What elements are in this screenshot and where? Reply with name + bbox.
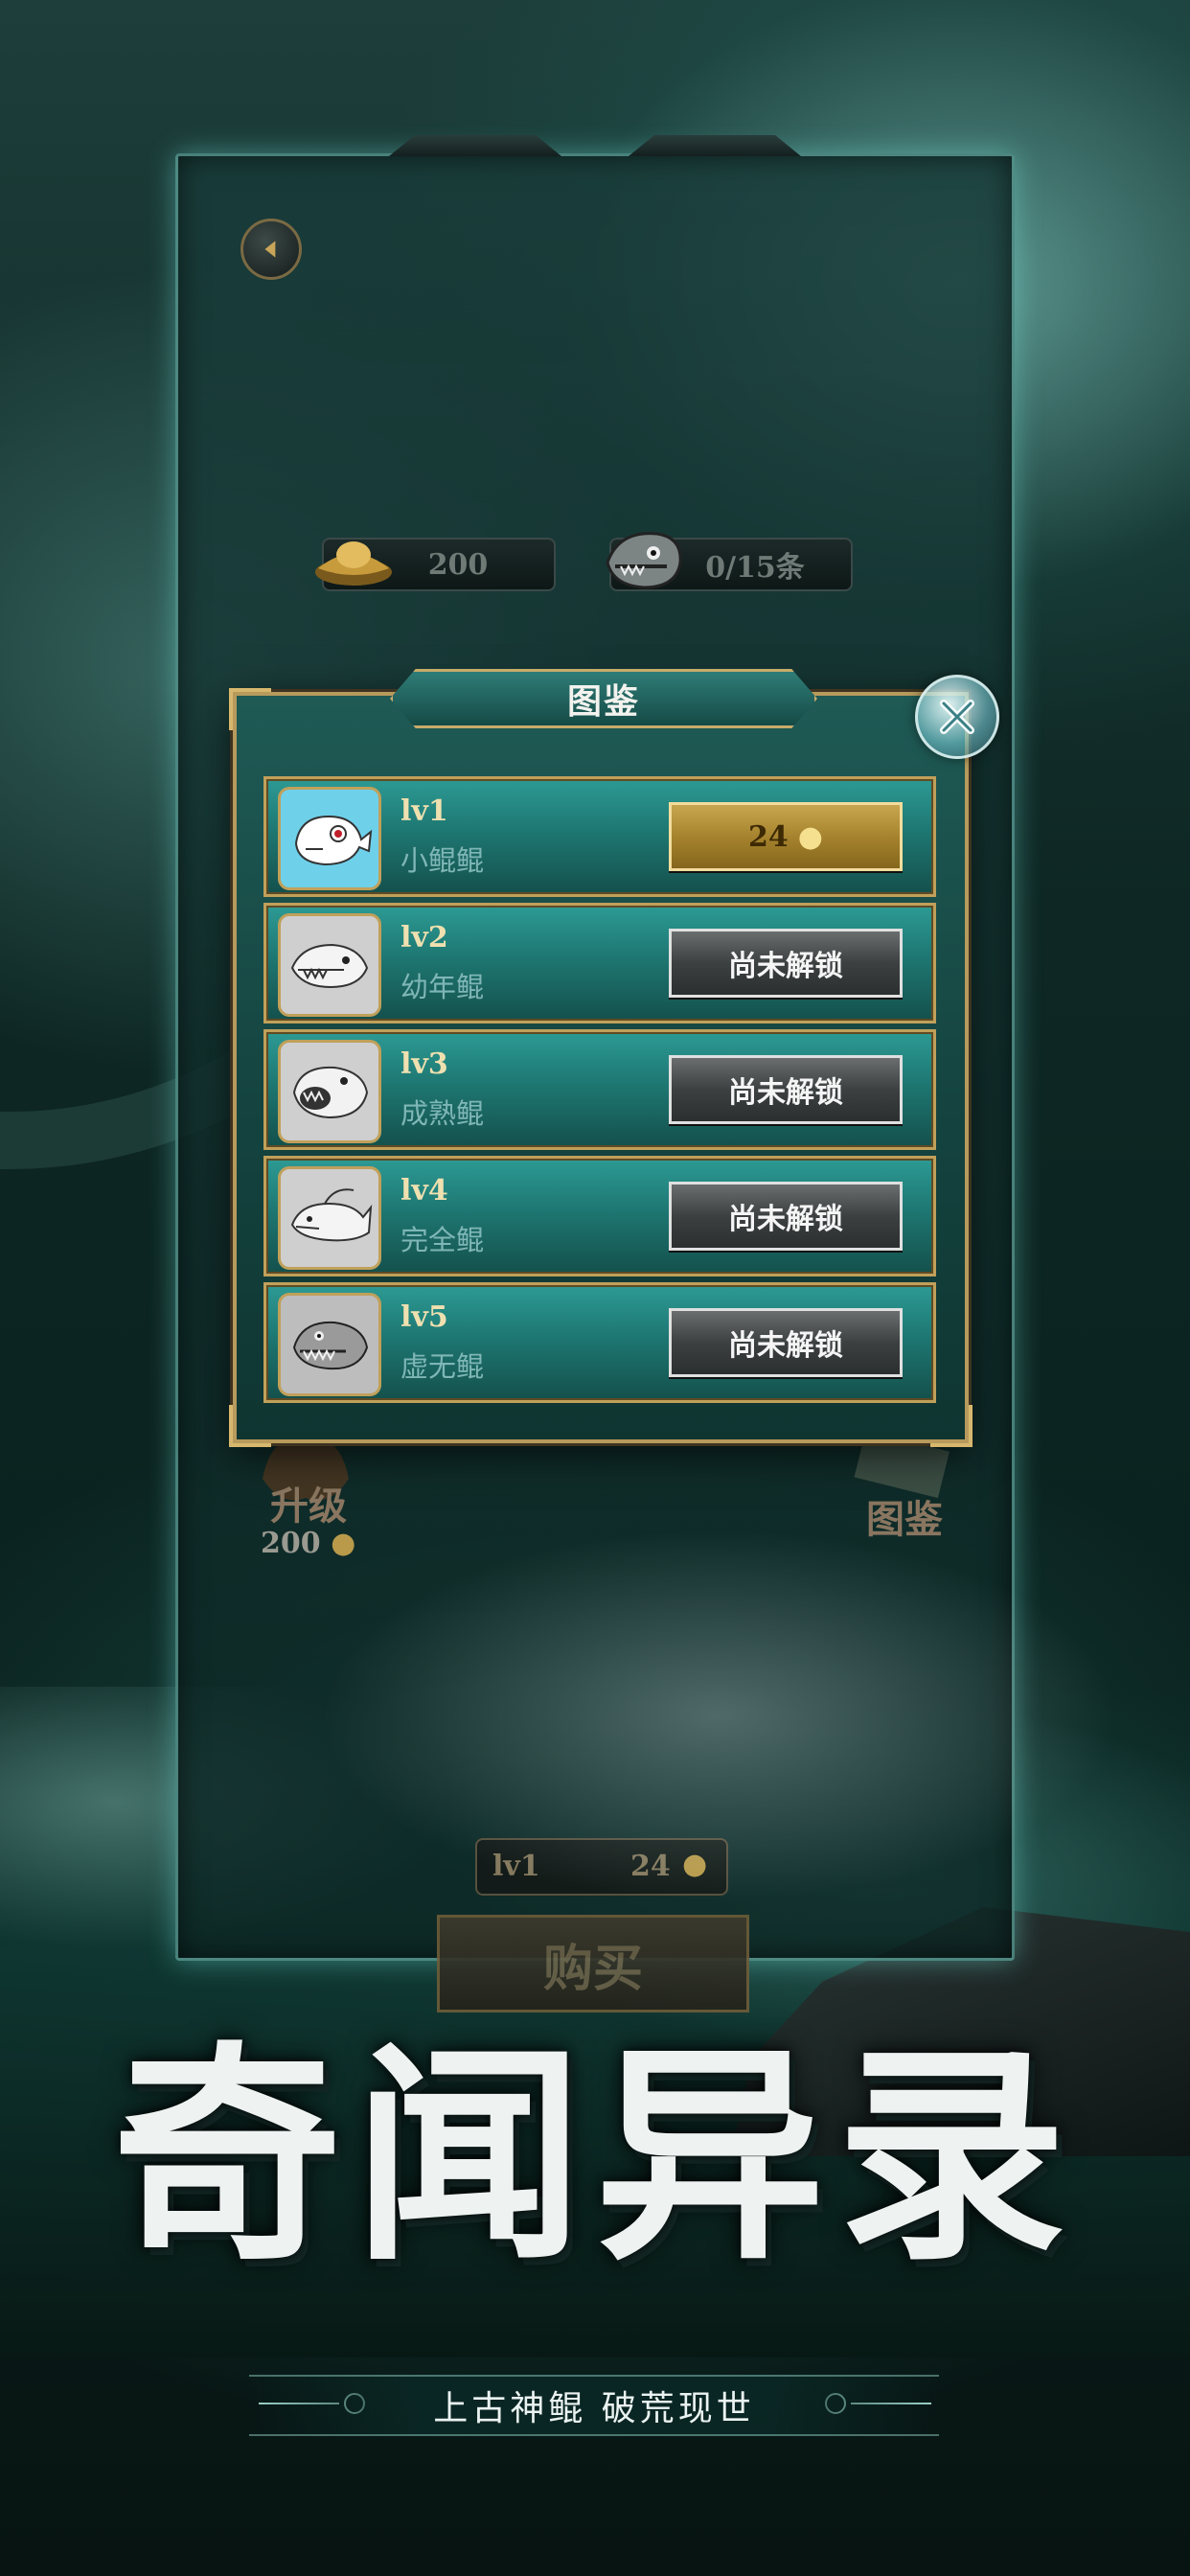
- dialog-title: 图鉴: [390, 669, 817, 728]
- app-screen: 200 0/15条 升级 200 ● 图鉴 lv1 2: [0, 0, 1190, 2576]
- fish-name: 虚无鲲: [400, 1350, 485, 1383]
- list-item: lv2 幼年鲲 尚未解锁: [263, 903, 936, 1024]
- fish-thumbnail: [278, 1293, 381, 1396]
- buy-fish-button[interactable]: 24 ●: [669, 802, 903, 871]
- locked-button[interactable]: 尚未解锁: [669, 1182, 903, 1251]
- list-item: lv4 完全鲲 尚未解锁: [263, 1156, 936, 1276]
- fish-head-icon: [606, 532, 682, 589]
- fish-icon: [292, 1321, 369, 1370]
- corner-ornament: [229, 1405, 271, 1447]
- price-label: 24: [748, 819, 789, 854]
- list-item: lv1 小鲲鲲 24 ●: [263, 776, 936, 897]
- locked-button[interactable]: 尚未解锁: [669, 929, 903, 998]
- fish-level: lv5: [400, 1300, 448, 1334]
- fish-name: 小鲲鲲: [400, 844, 485, 877]
- gold-ingot-icon: [315, 541, 392, 586]
- codex-dialog: 图鉴 lv1 小鲲鲲 24 ● lv2 幼年鲲 尚未解锁 lv3 成熟鲲 尚未解…: [229, 669, 999, 1447]
- fish-level: lv2: [400, 921, 448, 954]
- gold-ingot-icon: ●: [797, 819, 823, 854]
- fish-thumbnail: [278, 913, 381, 1017]
- fish-level: lv4: [400, 1174, 448, 1208]
- fish-icon: [294, 815, 373, 866]
- fish-thumbnail: [278, 787, 381, 890]
- gold-amount: 200: [427, 547, 489, 582]
- fish-thumbnail: [278, 1040, 381, 1143]
- list-item: lv5 虚无鲲 尚未解锁: [263, 1282, 936, 1403]
- fish-icon: [290, 943, 369, 989]
- close-button[interactable]: [915, 675, 999, 759]
- promo-title: 奇闻异录: [111, 2021, 1078, 2291]
- close-icon: [940, 700, 974, 734]
- fish-name: 成熟鲲: [400, 1097, 485, 1130]
- fish-level: lv1: [400, 794, 448, 828]
- locked-button[interactable]: 尚未解锁: [669, 1308, 903, 1377]
- fish-name: 幼年鲲: [400, 971, 485, 1003]
- buy-button[interactable]: 购买: [437, 1915, 749, 2012]
- locked-button[interactable]: 尚未解锁: [669, 1055, 903, 1124]
- frame-notch: [629, 135, 801, 156]
- corner-ornament: [930, 1405, 973, 1447]
- list-item: lv3 成熟鲲 尚未解锁: [263, 1029, 936, 1150]
- fish-icon: [292, 1066, 369, 1119]
- frame-notch: [389, 135, 561, 156]
- back-button[interactable]: [240, 218, 302, 280]
- fish-name: 完全鲲: [400, 1224, 485, 1256]
- mist-decoration: [287, 1514, 1150, 1917]
- fish-icon: [290, 1188, 373, 1242]
- corner-ornament: [229, 688, 271, 730]
- fish-thumbnail: [278, 1166, 381, 1270]
- promo-subtitle: 上古神鲲 破荒现世: [249, 2375, 939, 2436]
- collection-count: 0/15条: [705, 551, 805, 585]
- fish-level: lv3: [400, 1047, 448, 1081]
- back-arrow-icon: [264, 241, 276, 258]
